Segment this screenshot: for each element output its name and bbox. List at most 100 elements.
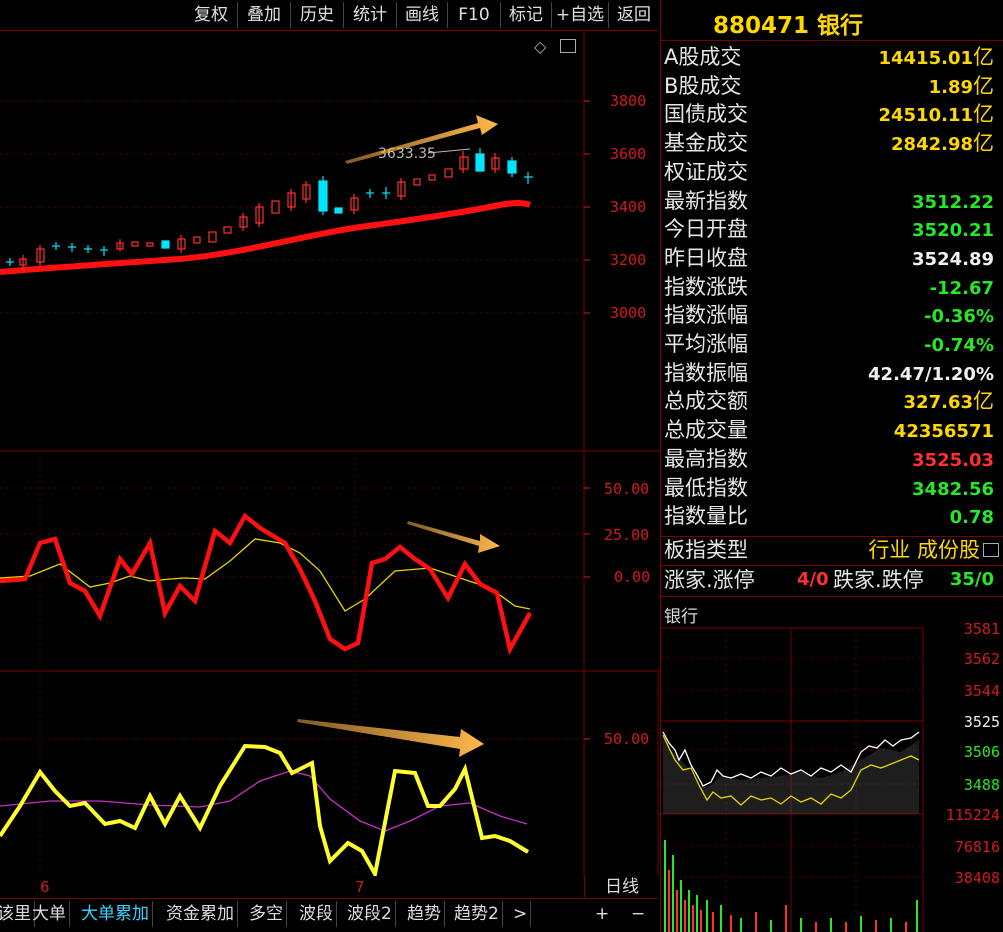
indicator-tabs: 该里 大单 大单累加 资金累加 多空 波段 波段2 趋势 趋势2 > + − (0, 898, 658, 929)
fund-turnover-label: 基金成交 (664, 131, 748, 156)
low-index-number: 3482.56 (912, 478, 994, 500)
total-amount-value: 327.63亿 (904, 387, 994, 417)
low-index-row: 最低指数 3482.56 (661, 474, 1003, 502)
avg-change-pct-value: -0.74% (924, 330, 994, 360)
latest-index-number: 3512.22 (912, 191, 994, 213)
fund-turnover-value: 2842.98亿 (891, 129, 994, 159)
tab-more-chevron-icon[interactable]: > (510, 901, 532, 927)
today-open-number: 3520.21 (912, 220, 994, 242)
tab-big-order-cumulative[interactable]: 大单累加 (78, 901, 153, 927)
board-type-row: 板指类型 行业 成份股 (661, 536, 1003, 564)
intraday-chart[interactable]: 银行 3581 3562 3544 3525 3506 3488 115224 … (661, 600, 1003, 932)
quote-panel: 880471 银行 A股成交 14415.01亿 B股成交 1.89亿 国债成交 2451… (660, 0, 1003, 932)
total-amount-number: 327.63 (903, 392, 973, 414)
kline-chart-area[interactable]: 3633.35 3800 3600 3400 3200 3000 50.00 2… (0, 31, 660, 896)
today-open-label: 今日开盘 (664, 217, 748, 242)
quote-title: 880471 银行 (661, 0, 1003, 40)
total-volume-value: 42356571 (894, 416, 994, 446)
panel-toggle-icon[interactable] (560, 39, 576, 53)
indicator2-yellow-line (0, 743, 530, 876)
restore-rights-button[interactable]: 复权 (186, 2, 236, 28)
kline-chart-svg: 3633.35 (0, 31, 660, 876)
index-change-pct-row: 指数涨幅 -0.36% (661, 301, 1003, 329)
total-amount-row: 总成交额 327.63亿 (661, 387, 1003, 415)
trend-arrow-down-1 (407, 521, 500, 553)
fund-turnover-number: 2842.98 (891, 134, 973, 156)
mark-button[interactable]: 标记 (500, 2, 551, 28)
intraday-price-label: 3525 (963, 713, 1000, 731)
today-open-value: 3520.21 (912, 215, 994, 245)
period-selector[interactable]: 日线 (584, 876, 659, 898)
tab-trend2[interactable]: 趋势2 (451, 901, 503, 927)
treasury-turnover-row: 国债成交 24510.11亿 (661, 100, 1003, 128)
statistics-button[interactable]: 统计 (343, 2, 396, 28)
high-index-number: 3525.03 (912, 449, 994, 471)
tab-wave[interactable]: 波段 (296, 901, 337, 927)
price-axis-label: 3200 (610, 251, 647, 269)
low-index-value: 3482.56 (912, 474, 994, 504)
low-index-label: 最低指数 (664, 475, 748, 500)
avg-change-pct-label: 平均涨幅 (664, 332, 748, 356)
index-change-pct-label: 指数涨幅 (664, 303, 748, 328)
draw-line-button[interactable]: 画线 (396, 2, 447, 28)
high-index-label: 最高指数 (664, 446, 748, 471)
fund-turnover-unit: 亿 (973, 131, 994, 156)
zoom-out-button[interactable]: − (628, 901, 648, 927)
back-button[interactable]: 返回 (608, 2, 659, 28)
latest-index-row: 最新指数 3512.22 (661, 187, 1003, 215)
prev-close-value: 3524.89 (912, 244, 994, 274)
price-axis-label: 3800 (610, 92, 647, 110)
date-mark: 7 (355, 878, 365, 896)
intraday-price-label: 3488 (963, 776, 1000, 794)
index-amplitude-row: 指数振幅 42.47/1.20% (661, 359, 1003, 387)
candlesticks (6, 148, 533, 269)
latest-index-label: 最新指数 (664, 188, 748, 213)
latest-index-value: 3512.22 (912, 187, 994, 217)
board-type-label: 板指类型 (664, 538, 748, 562)
treasury-turnover-value: 24510.11亿 (878, 100, 994, 130)
b-share-turnover-unit: 亿 (973, 73, 994, 98)
total-volume-row: 总成交量 42356571 (661, 416, 1003, 444)
total-amount-label: 总成交额 (664, 389, 748, 414)
index-amplitude-number: 42.47/1.20% (868, 363, 994, 385)
f10-button[interactable]: F10 (447, 2, 500, 28)
today-open-row: 今日开盘 3520.21 (661, 215, 1003, 243)
tab-long-short[interactable]: 多空 (246, 901, 287, 927)
overlay-button[interactable]: 叠加 (237, 2, 290, 28)
total-volume-number: 42356571 (893, 421, 994, 443)
intraday-volume-label: 76816 (954, 838, 1000, 856)
a-share-turnover-unit: 亿 (973, 45, 994, 69)
b-share-turnover-number: 1.89 (928, 76, 973, 98)
index-change-pct-value: -0.36% (924, 301, 994, 331)
diamond-icon[interactable]: ◇ (534, 37, 546, 56)
index-change-pct-number: -0.36% (924, 306, 994, 328)
avg-change-pct-number: -0.74% (924, 335, 994, 356)
intraday-price-label: 3581 (963, 620, 1000, 638)
prev-close-label: 昨日收盘 (664, 245, 748, 270)
total-volume-label: 总成交量 (664, 418, 748, 443)
tab-trend[interactable]: 趋势 (404, 901, 445, 927)
warrant-turnover-label: 权证成交 (664, 159, 748, 184)
fund-turnover-row: 基金成交 2842.98亿 (661, 129, 1003, 157)
price-axis-label: 3000 (610, 304, 647, 322)
tab-big-order[interactable]: 大单 (29, 901, 70, 927)
add-watchlist-button[interactable]: +自选 (551, 2, 608, 28)
index-amplitude-label: 指数振幅 (664, 360, 748, 385)
indicator1-axis-label: 50.00 (604, 480, 650, 498)
tab-fund-cumulative[interactable]: 资金累加 (163, 901, 238, 927)
intraday-price-label: 3544 (963, 682, 1000, 700)
prev-close-row: 昨日收盘 3524.89 (661, 244, 1003, 272)
price-axis-label: 3600 (610, 145, 647, 163)
total-amount-unit: 亿 (973, 389, 994, 414)
b-share-turnover-label: B股成交 (664, 73, 742, 98)
history-button[interactable]: 历史 (290, 2, 343, 28)
tab-wave2[interactable]: 波段2 (344, 901, 396, 927)
list-icon[interactable] (983, 543, 999, 557)
zoom-in-button[interactable]: + (592, 901, 612, 927)
index-code-name: 880471 银行 (713, 13, 864, 39)
down-count-value: 35/0 (949, 569, 994, 590)
intraday-price-label: 3506 (963, 743, 1000, 761)
indicator1-axis-label: 0.00 (614, 568, 651, 586)
index-change-number: -12.67 (929, 277, 994, 299)
peak-price-label: 3633.35 (378, 146, 436, 162)
